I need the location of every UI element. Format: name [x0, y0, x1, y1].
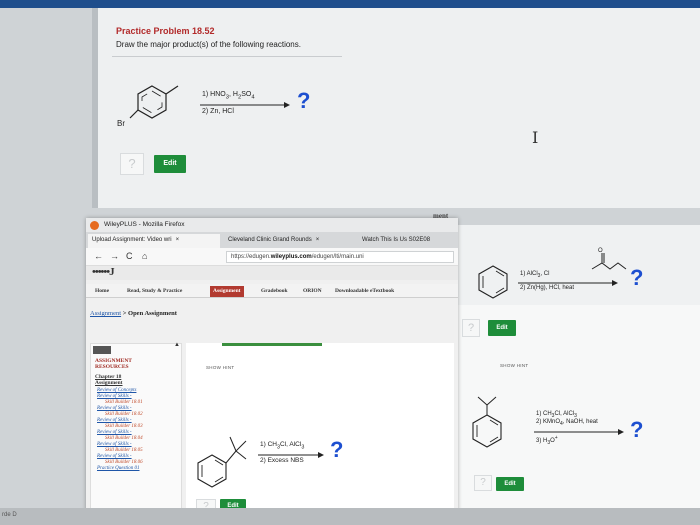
right-reagent-b3: 3) H3O+: [536, 435, 558, 447]
right-hint-box-bottom: ?: [474, 475, 492, 491]
tab-cleveland-clinic[interactable]: Cleveland Clinic Grand Rounds ×: [224, 234, 354, 248]
tert-butylbenzene-structure: [197, 436, 247, 488]
close-icon[interactable]: ×: [316, 237, 320, 243]
left-border: [92, 8, 98, 208]
wileyplus-logo-strip: ••••••J: [86, 266, 458, 280]
isopropylbenzene-structure: [472, 396, 502, 448]
home-icon[interactable]: ⌂: [142, 251, 147, 261]
sidebar-resource-list: Review of Concepts Review of Skills - Sk…: [97, 388, 181, 472]
progress-bar: [222, 343, 322, 346]
right-hint-box-top: ?: [462, 319, 480, 337]
bromotoluene-structure: [129, 85, 179, 119]
url-bar[interactable]: https://edugen.wileyplus.com/edugen/lti/…: [226, 251, 454, 263]
breadcrumb: Assignment > Open Assignment: [90, 310, 177, 317]
nav-tab-home[interactable]: Home: [92, 286, 112, 297]
sidebar-chapter[interactable]: Chapter 18 Assignment: [95, 374, 123, 386]
text-cursor-icon: I: [532, 128, 539, 147]
breadcrumb-assignment-link[interactable]: Assignment: [90, 310, 121, 317]
scroll-up-icon[interactable]: ▲: [174, 342, 180, 348]
nav-tab-orion[interactable]: ORION: [300, 286, 325, 297]
breadcrumb-current: > Open Assignment: [122, 310, 177, 317]
taskbar-strip: [0, 508, 700, 525]
sidebar-title: ASSIGNMENT RESOURCES: [95, 358, 132, 370]
browser-tabbar: Upload Assignment: Video wri × Cleveland …: [86, 232, 458, 248]
bromo-label: Br: [117, 119, 125, 128]
right-edit-button-bottom[interactable]: Edit: [496, 477, 524, 491]
top-strip: [0, 0, 700, 8]
right-reagent-b1: 1) CH3Cl, AlCl3: [536, 411, 577, 420]
mid-reagent-2: 2) Excess NBS: [260, 457, 304, 464]
right-reagent-1: 1) AlCl3, Cl: [520, 271, 550, 280]
tab-watch-this-is-us[interactable]: Watch This Is Us S02E08: [358, 234, 458, 248]
product-question-mark[interactable]: ?: [297, 88, 310, 114]
right-show-hint[interactable]: SHOW HINT: [500, 363, 528, 368]
nav-tab-gradebook[interactable]: Gradebook: [258, 286, 291, 297]
firefox-icon: [90, 221, 99, 230]
nav-tab-read-study-practice[interactable]: Read, Study & Practice: [124, 286, 185, 297]
right-question-mark-bottom[interactable]: ?: [630, 417, 643, 443]
right-reagent-2: 2) Zn(Hg), HCl, heat: [520, 285, 575, 291]
back-arrow-icon[interactable]: ←: [94, 251, 103, 261]
show-hint-link[interactable]: SHOW HINT: [206, 365, 234, 370]
problem-instruction: Draw the major product(s) of the followi…: [116, 40, 301, 49]
forward-arrow-icon[interactable]: →: [110, 251, 119, 261]
divider: [112, 56, 342, 57]
nav-tab-assignment[interactable]: Assignment: [210, 286, 244, 297]
mid-question-mark[interactable]: ?: [330, 437, 343, 463]
right-reagent-b2: 2) KMnO4, NaOH, heat: [536, 419, 598, 428]
sidebar-item[interactable]: Practice Question 01: [97, 466, 181, 472]
sidebar-collapse-toggle[interactable]: [93, 346, 111, 354]
reload-icon[interactable]: C: [126, 251, 133, 261]
practice-problem-window: Practice Problem 18.52 Draw the major pr…: [92, 8, 700, 208]
right-question-mark-top[interactable]: ?: [630, 265, 643, 291]
window-title: WileyPLUS - Mozilla Firefox: [104, 221, 185, 228]
reagent-line-1: 1) HNO3, H2SO4: [202, 91, 255, 101]
nav-tab-etextbook[interactable]: Downloadable eTextbook: [332, 286, 397, 297]
wileyplus-logo: ••••••J: [92, 266, 115, 278]
right-edit-button-top[interactable]: Edit: [488, 320, 516, 336]
mid-reagent-1: 1) CH3Cl, AlCl3: [260, 441, 305, 451]
taskbar-text: rde D: [2, 512, 17, 518]
assignment-resources-sidebar: ASSIGNMENT RESOURCES Chapter 18 Assignme…: [90, 343, 182, 515]
hint-placeholder-box: ?: [120, 153, 144, 175]
course-nav-tabs: Home Read, Study & Practice Assignment G…: [86, 284, 458, 298]
close-icon[interactable]: ×: [176, 237, 180, 243]
edit-button[interactable]: Edit: [154, 155, 186, 173]
carbonyl-oxygen-label: O: [598, 248, 603, 254]
reagent-line-2: 2) Zn, HCl: [202, 108, 234, 115]
wileyplus-browser-window: WileyPLUS - Mozilla Firefox Upload Assig…: [86, 218, 458, 518]
benzene-structure: [478, 265, 508, 299]
browser-navbar: ← → C ⌂ https://edugen.wileyplus.com/edu…: [86, 248, 458, 266]
window-titlebar: WileyPLUS - Mozilla Firefox: [86, 218, 458, 232]
assignment-content-area: SHOW HINT 1) CH3Cl, AlCl3 2) Excess NBS …: [186, 343, 454, 515]
problem-title: Practice Problem 18.52: [116, 26, 215, 36]
right-assignment-window: O 1) AlCl3, Cl 2) Zn(Hg), HCl, heat ? ? …: [458, 225, 700, 525]
tab-upload-assignment[interactable]: Upload Assignment: Video wri ×: [88, 234, 220, 248]
